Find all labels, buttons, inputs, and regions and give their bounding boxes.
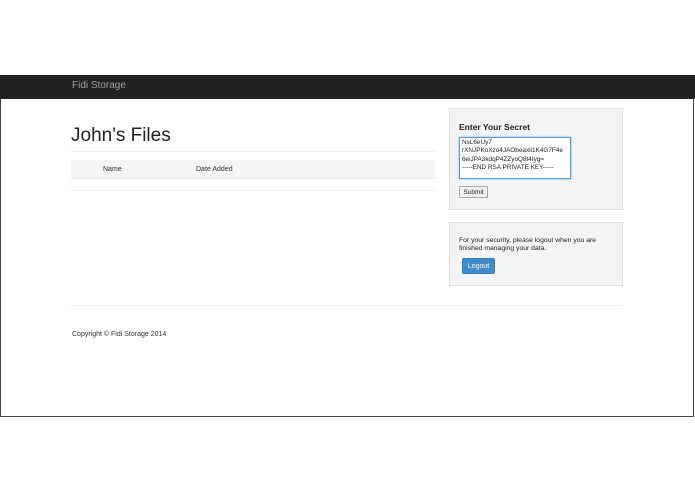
table-empty-row (71, 178, 435, 191)
column-header-blank (71, 160, 103, 179)
column-header-date-added: Date Added (196, 160, 435, 179)
submit-button[interactable]: Submit (459, 186, 488, 198)
table-header-row: Name Date Added (71, 160, 435, 179)
secret-panel-title: Enter Your Secret (459, 122, 531, 132)
logout-button[interactable]: Logout (462, 258, 495, 274)
navbar: Fidi Storage (0, 75, 695, 99)
secret-textarea[interactable]: NsL6eUy7 rXNJPKoXzo4JAObeaxli1K4G7F4e 6e… (459, 137, 571, 179)
copyright-text: Copyright © Fidi Storage 2014 (72, 331, 167, 338)
title-divider (71, 151, 435, 152)
brand-link[interactable]: Fidi Storage (72, 80, 126, 91)
secret-panel: Enter Your Secret NsL6eUy7 rXNJPKoXzo4JA… (449, 108, 623, 210)
logout-message: For your security, please logout when yo… (459, 237, 597, 252)
column-header-name: Name (103, 160, 196, 179)
logout-panel: For your security, please logout when yo… (449, 222, 623, 286)
files-table: Name Date Added (71, 160, 435, 191)
table-empty-cell (71, 178, 435, 191)
footer-divider (71, 305, 623, 306)
page-title: John's Files (71, 125, 171, 146)
